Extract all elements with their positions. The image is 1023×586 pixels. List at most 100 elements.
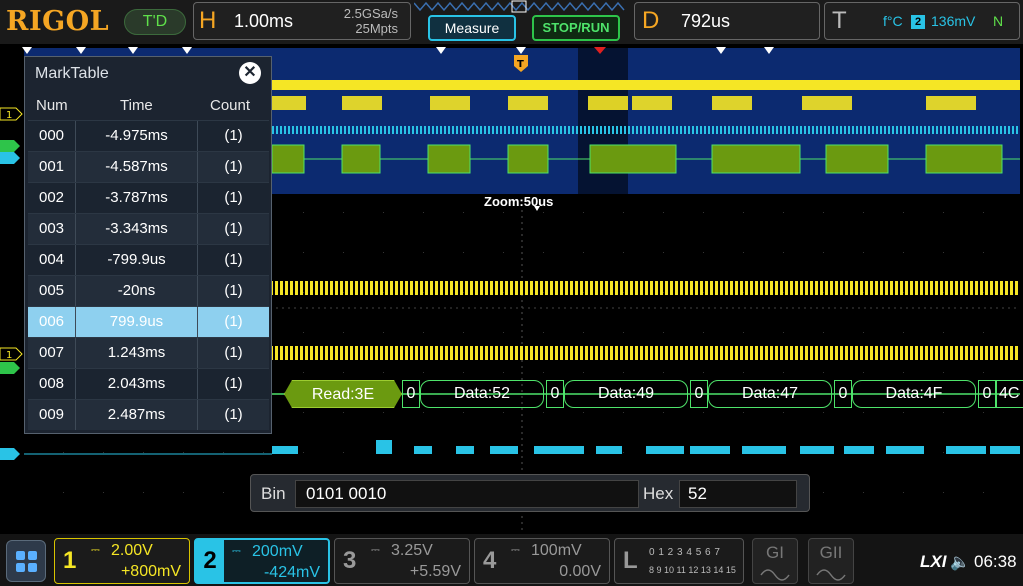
channel-offset: +800mV [121, 563, 181, 581]
dc-coupling-icon: ⎓ [511, 544, 520, 557]
table-row[interactable]: 005 -20ns (1) [28, 275, 269, 306]
speaker-muted-icon[interactable]: 🔈 [950, 552, 970, 572]
hex-value-field[interactable]: 52 [679, 480, 797, 508]
channel-3-panel[interactable]: 3 ⎓ 3.25V +5.59V [334, 538, 470, 584]
channel-4-panel[interactable]: 4 ⎓ 100mV 0.00V [474, 538, 610, 584]
sine-wave-icon [809, 563, 853, 583]
table-row[interactable]: 002 -3.787ms (1) [28, 182, 269, 213]
decode-packet-ack[interactable]: 0 [978, 380, 996, 408]
logic-analyzer-panel[interactable]: L 0 1 2 3 4 5 6 7 8 9 10 11 12 13 14 15 [614, 538, 744, 584]
decode-packet-label: Data:49 [598, 385, 654, 402]
cell-time: 2.487ms [76, 400, 198, 430]
cell-count: (1) [198, 121, 269, 151]
table-row[interactable]: 009 2.487ms (1) [28, 399, 269, 430]
channel-offset: 0.00V [559, 563, 601, 581]
table-row[interactable]: 004 -799.9us (1) [28, 244, 269, 275]
cell-count: (1) [198, 307, 269, 337]
trigger-panel[interactable]: T f°C 2 136mV N [824, 2, 1020, 40]
channel-scale: 100mV [531, 542, 582, 560]
channel-number: 2 [196, 540, 224, 582]
run-status-badge[interactable]: T'D [124, 9, 186, 35]
channel-offset: +5.59V [410, 563, 461, 581]
cell-num: 004 [28, 245, 76, 275]
table-row[interactable]: 007 1.243ms (1) [28, 337, 269, 368]
decode-packet-label: 0 [407, 385, 416, 402]
decode-packet-label: 0 [839, 385, 848, 402]
trigger-mode: N [993, 13, 1003, 29]
bottom-channel-bar: 1 ⎓ 2.00V +800mV 2 ⎓ 200mV -424mV 3 ⎓ 3.… [0, 534, 1023, 586]
zoom-timebase-label: Zoom:50us [484, 194, 553, 209]
system-clock: 06:38 [974, 552, 1017, 572]
decode-packet-data[interactable]: Data:4F [852, 380, 976, 408]
cell-count: (1) [198, 400, 269, 430]
table-row[interactable]: 001 -4.587ms (1) [28, 151, 269, 182]
delay-panel[interactable]: D 792us [634, 2, 820, 40]
mark-table-rows: 000 -4.975ms (1) 001 -4.587ms (1) 002 -3… [28, 120, 269, 430]
dc-coupling-icon: ⎓ [232, 545, 241, 558]
mark-table-panel[interactable]: MarkTable ✕ Num Time Count 000 -4.975ms … [24, 56, 272, 434]
cell-num: 006 [28, 307, 76, 337]
lxi-logo: LXI [920, 552, 946, 572]
decode-packet-ack[interactable]: 0 [834, 380, 852, 408]
generator-2-label: GII [809, 543, 853, 563]
decode-packet-label: 0 [551, 385, 560, 402]
decode-packet-label: Data:4F [886, 385, 943, 402]
cell-time: -20ns [76, 276, 198, 306]
rigol-logo: RIGOL [6, 6, 109, 37]
dc-coupling-icon: ⎓ [371, 544, 380, 557]
cell-num: 009 [28, 400, 76, 430]
mark-table-header: Num Time Count [28, 93, 269, 119]
grid-menu-icon [7, 541, 47, 583]
decode-packet-data[interactable]: 4C [996, 380, 1023, 408]
cell-num: 007 [28, 338, 76, 368]
trigger-source-badge: 2 [911, 15, 925, 29]
bin-value-field[interactable]: 0101 0010 [295, 480, 639, 508]
cell-time: 2.043ms [76, 369, 198, 399]
decode-packet-read[interactable]: Read:3E [284, 380, 402, 408]
decode-packet-label: Data:47 [742, 385, 798, 402]
decode-packet-data[interactable]: Data:49 [564, 380, 688, 408]
decode-packet-data[interactable]: Data:52 [420, 380, 544, 408]
cell-time: 1.243ms [76, 338, 198, 368]
channel-2-panel[interactable]: 2 ⎓ 200mV -424mV [194, 538, 330, 584]
generator-1-button[interactable]: GI [752, 538, 798, 584]
horizontal-timebase-panel[interactable]: H 1.00ms 2.5GSa/s 25Mpts [193, 2, 411, 40]
table-row[interactable]: 008 2.043ms (1) [28, 368, 269, 399]
channel-offset: -424mV [264, 564, 320, 582]
generator-2-button[interactable]: GII [808, 538, 854, 584]
table-row[interactable]: 003 -3.343ms (1) [28, 213, 269, 244]
channel-1-panel[interactable]: 1 ⎓ 2.00V +800mV [54, 538, 190, 584]
decode-packet-label: 0 [695, 385, 704, 402]
cell-num: 002 [28, 183, 76, 213]
close-icon[interactable]: ✕ [239, 62, 261, 84]
decode-packet-ack[interactable]: 0 [690, 380, 708, 408]
memory-position-strip [414, 0, 628, 14]
logic-channels-row1: 0 1 2 3 4 5 6 7 [649, 547, 720, 558]
hex-label: Hex [643, 484, 673, 504]
column-header-time: Time [120, 97, 153, 114]
delay-letter: D [642, 7, 659, 35]
cell-num: 005 [28, 276, 76, 306]
logic-channels-row2: 8 9 10 11 12 13 14 15 [649, 565, 736, 575]
stop-run-button[interactable]: STOP/RUN [532, 15, 620, 41]
trigger-type-icon: f°C [883, 13, 903, 29]
decode-packet-data[interactable]: Data:47 [708, 380, 832, 408]
channel-scale: 2.00V [111, 542, 153, 560]
channel-scale: 3.25V [391, 542, 433, 560]
table-row[interactable]: 000 -4.975ms (1) [28, 120, 269, 151]
channel-number: 3 [343, 547, 356, 575]
bin-value: 0101 0010 [306, 484, 386, 503]
decode-packet-label: 0 [983, 385, 992, 402]
sine-wave-icon [753, 563, 797, 583]
measure-button[interactable]: Measure [428, 15, 516, 41]
main-menu-button[interactable] [6, 540, 46, 582]
table-row-selected[interactable]: 006 799.9us (1) [28, 306, 269, 337]
decode-packet-ack[interactable]: 0 [546, 380, 564, 408]
cell-num: 003 [28, 214, 76, 244]
trigger-letter: T [832, 7, 847, 35]
decode-packet-ack[interactable]: 0 [402, 380, 420, 408]
cell-time: -3.787ms [76, 183, 198, 213]
delay-value: 792us [681, 11, 730, 32]
channel-scale: 200mV [252, 543, 303, 561]
memory-depth: 25Mpts [355, 21, 398, 36]
